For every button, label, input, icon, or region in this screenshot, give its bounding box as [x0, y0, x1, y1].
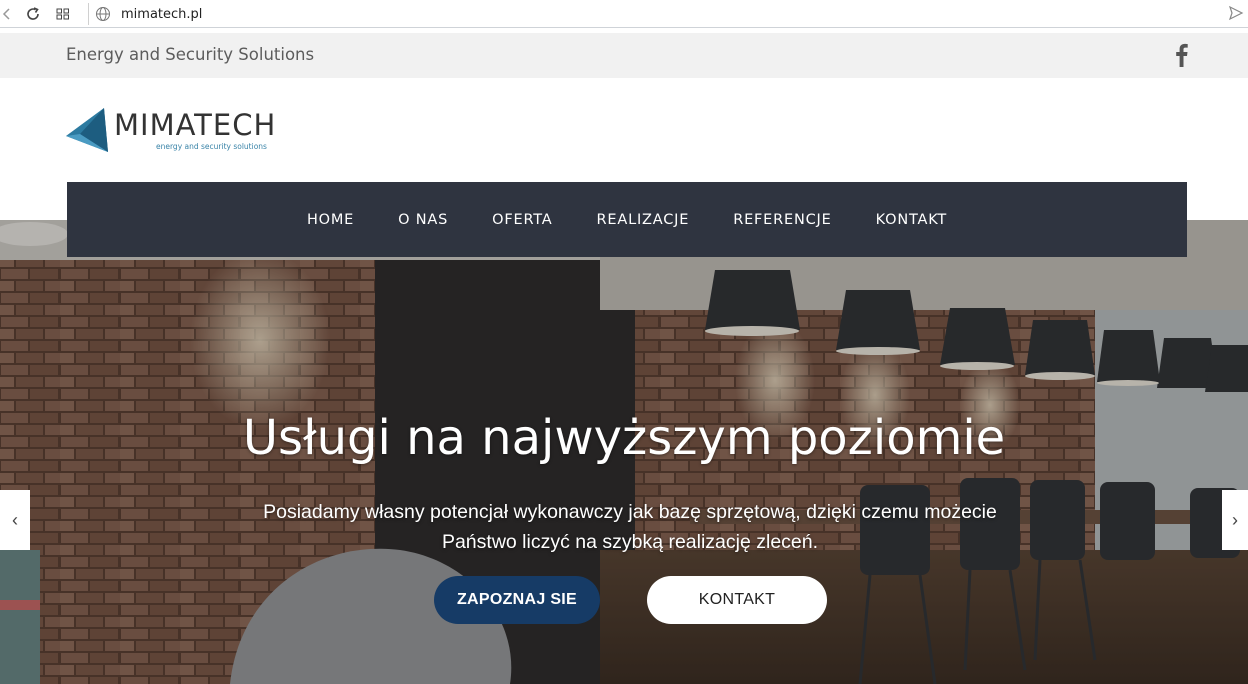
nav-item-offer[interactable]: OFERTA [492, 212, 552, 228]
slider-prev-button[interactable]: ‹ [0, 490, 30, 550]
browser-toolbar: mimatech.pl [0, 0, 1248, 28]
tagline: Energy and Security Solutions [66, 45, 315, 64]
logo-name: MIMATECH [114, 108, 277, 142]
nav-item-references[interactable]: REFERENCJE [733, 212, 831, 228]
address-bar[interactable]: mimatech.pl [88, 3, 1248, 25]
slider-next-button[interactable]: › [1222, 490, 1248, 550]
learn-more-button[interactable]: ZAPOZNAJ SIE [434, 576, 600, 624]
logo-icon [66, 108, 108, 152]
nav-item-home[interactable]: HOME [307, 212, 354, 228]
contact-button[interactable]: KONTAKT [647, 576, 827, 624]
nav-item-about[interactable]: O NAS [398, 212, 448, 228]
back-icon[interactable] [0, 3, 12, 25]
hero-title: Usługi na najwyższym poziomie [242, 410, 1006, 466]
nav-item-contact[interactable]: KONTAKT [876, 212, 947, 228]
globe-icon [96, 7, 110, 21]
hero-description: Posiadamy własny potencjał wykonawczy ja… [263, 501, 997, 553]
apps-grid-icon[interactable] [52, 3, 74, 25]
logo-subtitle: energy and security solutions [156, 142, 267, 151]
top-info-bar: Energy and Security Solutions [0, 33, 1248, 78]
reload-icon[interactable] [22, 3, 44, 25]
main-navigation: HOME O NAS OFERTA REALIZACJE REFERENCJE … [67, 182, 1187, 257]
nav-item-projects[interactable]: REALIZACJE [597, 212, 690, 228]
chevron-right-icon: › [1232, 509, 1238, 530]
chevron-left-icon: ‹ [12, 509, 18, 530]
hero-slider: Usługi na najwyższym poziomie Posiadamy … [0, 220, 1248, 684]
url-text: mimatech.pl [121, 6, 203, 22]
logo[interactable]: MIMATECH energy and security solutions [66, 106, 276, 156]
send-icon[interactable] [1228, 5, 1244, 21]
facebook-icon[interactable] [1171, 42, 1191, 68]
